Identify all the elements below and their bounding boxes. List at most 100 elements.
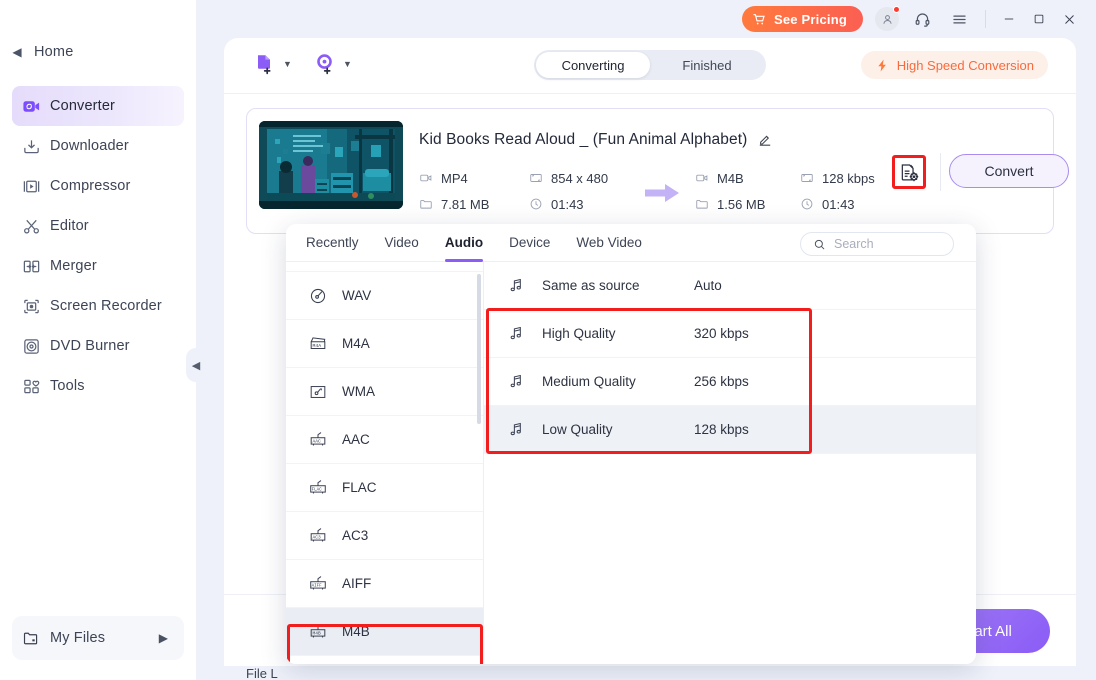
sidebar-item-screen-recorder[interactable]: Screen Recorder xyxy=(12,286,184,326)
account-avatar-button[interactable] xyxy=(875,6,900,31)
aiff-icon: AIFF xyxy=(308,574,328,594)
add-dvd-button[interactable]: ▼ xyxy=(314,52,352,76)
download-icon xyxy=(12,137,50,156)
quality-item-high[interactable]: High Quality 320 kbps xyxy=(484,310,976,358)
sidebar-item-label: Merger xyxy=(50,258,97,274)
m4a-icon: M4A xyxy=(308,334,328,354)
tab-web-video[interactable]: Web Video xyxy=(576,224,642,262)
wma-icon xyxy=(308,382,328,402)
sidebar-item-editor[interactable]: Editor xyxy=(12,206,184,246)
format-item-aiff[interactable]: AIFF AIFF xyxy=(286,560,483,608)
source-row-1: MP4 854 x 480 xyxy=(419,165,639,191)
format-label: FLAC xyxy=(342,480,377,495)
chevron-down-icon[interactable]: ▼ xyxy=(283,59,292,69)
tools-grid-icon xyxy=(12,377,50,396)
aac-icon: AAC xyxy=(308,430,328,450)
disc-icon xyxy=(12,337,50,356)
format-label: WMA xyxy=(342,384,375,399)
high-speed-conversion-badge[interactable]: High Speed Conversion xyxy=(860,51,1048,79)
sidebar-item-tools[interactable]: Tools xyxy=(12,366,184,406)
video-thumbnail[interactable] xyxy=(259,121,403,209)
window-maximize-button[interactable] xyxy=(1024,4,1054,34)
tab-video[interactable]: Video xyxy=(385,224,419,262)
sidebar-item-label: DVD Burner xyxy=(50,338,130,354)
svg-text:AAC: AAC xyxy=(313,438,321,444)
sidebar-item-label: Screen Recorder xyxy=(50,298,162,314)
source-duration-cell: 01:43 xyxy=(529,197,639,212)
back-chevron-icon[interactable]: ◀ xyxy=(0,46,34,58)
see-pricing-button[interactable]: See Pricing xyxy=(741,6,863,32)
resolution-icon xyxy=(529,171,543,185)
chevron-right-icon[interactable]: ▶ xyxy=(159,631,168,645)
format-dropdown-panel: Recently Video Audio Device Web Video Se… xyxy=(286,224,976,664)
merger-icon xyxy=(12,257,50,276)
music-note-icon xyxy=(508,277,542,294)
file-settings-icon xyxy=(899,162,920,183)
tab-audio[interactable]: Audio xyxy=(444,224,484,262)
close-icon xyxy=(1062,12,1077,27)
format-item-wav[interactable]: WAV xyxy=(286,272,483,320)
tab-device[interactable]: Device xyxy=(509,224,550,262)
screen-recorder-icon xyxy=(12,297,50,316)
sidebar-home[interactable]: ◀ Home xyxy=(0,38,196,66)
quality-name: Same as source xyxy=(542,278,640,293)
converter-panel: ▼ ▼ Converting Finished High Speed Conve… xyxy=(224,38,1076,680)
format-search-input[interactable]: Search xyxy=(800,232,954,256)
sidebar-item-label: Editor xyxy=(50,218,89,234)
format-label: AIFF xyxy=(342,576,372,591)
source-row-2: 7.81 MB 01:43 xyxy=(419,191,639,217)
file-card: Kid Books Read Aloud _ (Fun Animal Alpha… xyxy=(246,108,1069,234)
format-item-flac[interactable]: FLAC FLAC xyxy=(286,464,483,512)
music-note-icon xyxy=(508,373,542,390)
file-title-row: Kid Books Read Aloud _ (Fun Animal Alpha… xyxy=(419,131,773,149)
sidebar-item-merger[interactable]: Merger xyxy=(12,246,184,286)
sidebar-item-dvd-burner[interactable]: DVD Burner xyxy=(12,326,184,366)
tab-converting[interactable]: Converting xyxy=(536,52,650,78)
list-item-partial[interactable] xyxy=(286,262,483,272)
scissors-icon xyxy=(12,217,50,236)
convert-button[interactable]: Convert xyxy=(949,154,1069,188)
sidebar-nav: Converter Downloader Compressor Editor M… xyxy=(0,86,196,406)
edit-pencil-icon[interactable] xyxy=(757,132,773,148)
folder-icon xyxy=(419,197,433,211)
quality-item-same-as-source[interactable]: Same as source Auto xyxy=(484,262,976,310)
menu-button[interactable] xyxy=(945,5,973,33)
sidebar-collapse-handle[interactable]: ◀ xyxy=(186,348,206,382)
quality-item-low[interactable]: Low Quality 128 kbps xyxy=(484,406,976,454)
search-icon xyxy=(813,238,826,251)
support-button[interactable] xyxy=(908,5,936,33)
compressor-icon xyxy=(12,177,50,196)
sidebar-item-compressor[interactable]: Compressor xyxy=(12,166,184,206)
chevron-down-icon[interactable]: ▼ xyxy=(343,59,352,69)
sidebar-my-files[interactable]: My Files ▶ xyxy=(12,616,184,660)
add-file-button[interactable]: ▼ xyxy=(254,52,292,76)
format-label: M4B xyxy=(342,624,370,639)
titlebar-divider xyxy=(985,10,986,28)
format-item-ac3[interactable]: AC3 AC3 xyxy=(286,512,483,560)
sidebar-item-converter[interactable]: Converter xyxy=(12,86,184,126)
format-list-scrollbar[interactable] xyxy=(477,274,481,424)
maximize-icon xyxy=(1032,12,1046,26)
tab-recently[interactable]: Recently xyxy=(306,224,359,262)
arrow-right-icon xyxy=(645,181,683,210)
output-size-cell: 1.56 MB xyxy=(695,197,800,212)
converter-icon xyxy=(12,97,50,116)
sidebar: ◀ Home Converter Downloader Compressor E… xyxy=(0,0,196,680)
sidebar-item-downloader[interactable]: Downloader xyxy=(12,126,184,166)
format-item-m4a[interactable]: M4A M4A xyxy=(286,320,483,368)
quality-list: Same as source Auto High Quality 320 kbp… xyxy=(484,262,976,664)
output-format: M4B xyxy=(717,170,744,186)
tab-finished[interactable]: Finished xyxy=(650,52,764,78)
cart-icon xyxy=(752,12,767,27)
file-title: Kid Books Read Aloud _ (Fun Animal Alpha… xyxy=(419,131,748,148)
format-item-wma[interactable]: WMA xyxy=(286,368,483,416)
format-label: AAC xyxy=(342,432,370,447)
quality-item-medium[interactable]: Medium Quality 256 kbps xyxy=(484,358,976,406)
format-body: WAV M4A M4A WMA AAC AAC FLAC FLAC AC3 AC… xyxy=(286,262,976,664)
window-minimize-button[interactable] xyxy=(994,4,1024,34)
format-item-m4b[interactable]: M4B M4B xyxy=(286,608,483,656)
file-settings-button[interactable] xyxy=(892,155,926,189)
user-icon xyxy=(881,13,894,26)
format-item-aac[interactable]: AAC AAC xyxy=(286,416,483,464)
window-close-button[interactable] xyxy=(1054,4,1084,34)
